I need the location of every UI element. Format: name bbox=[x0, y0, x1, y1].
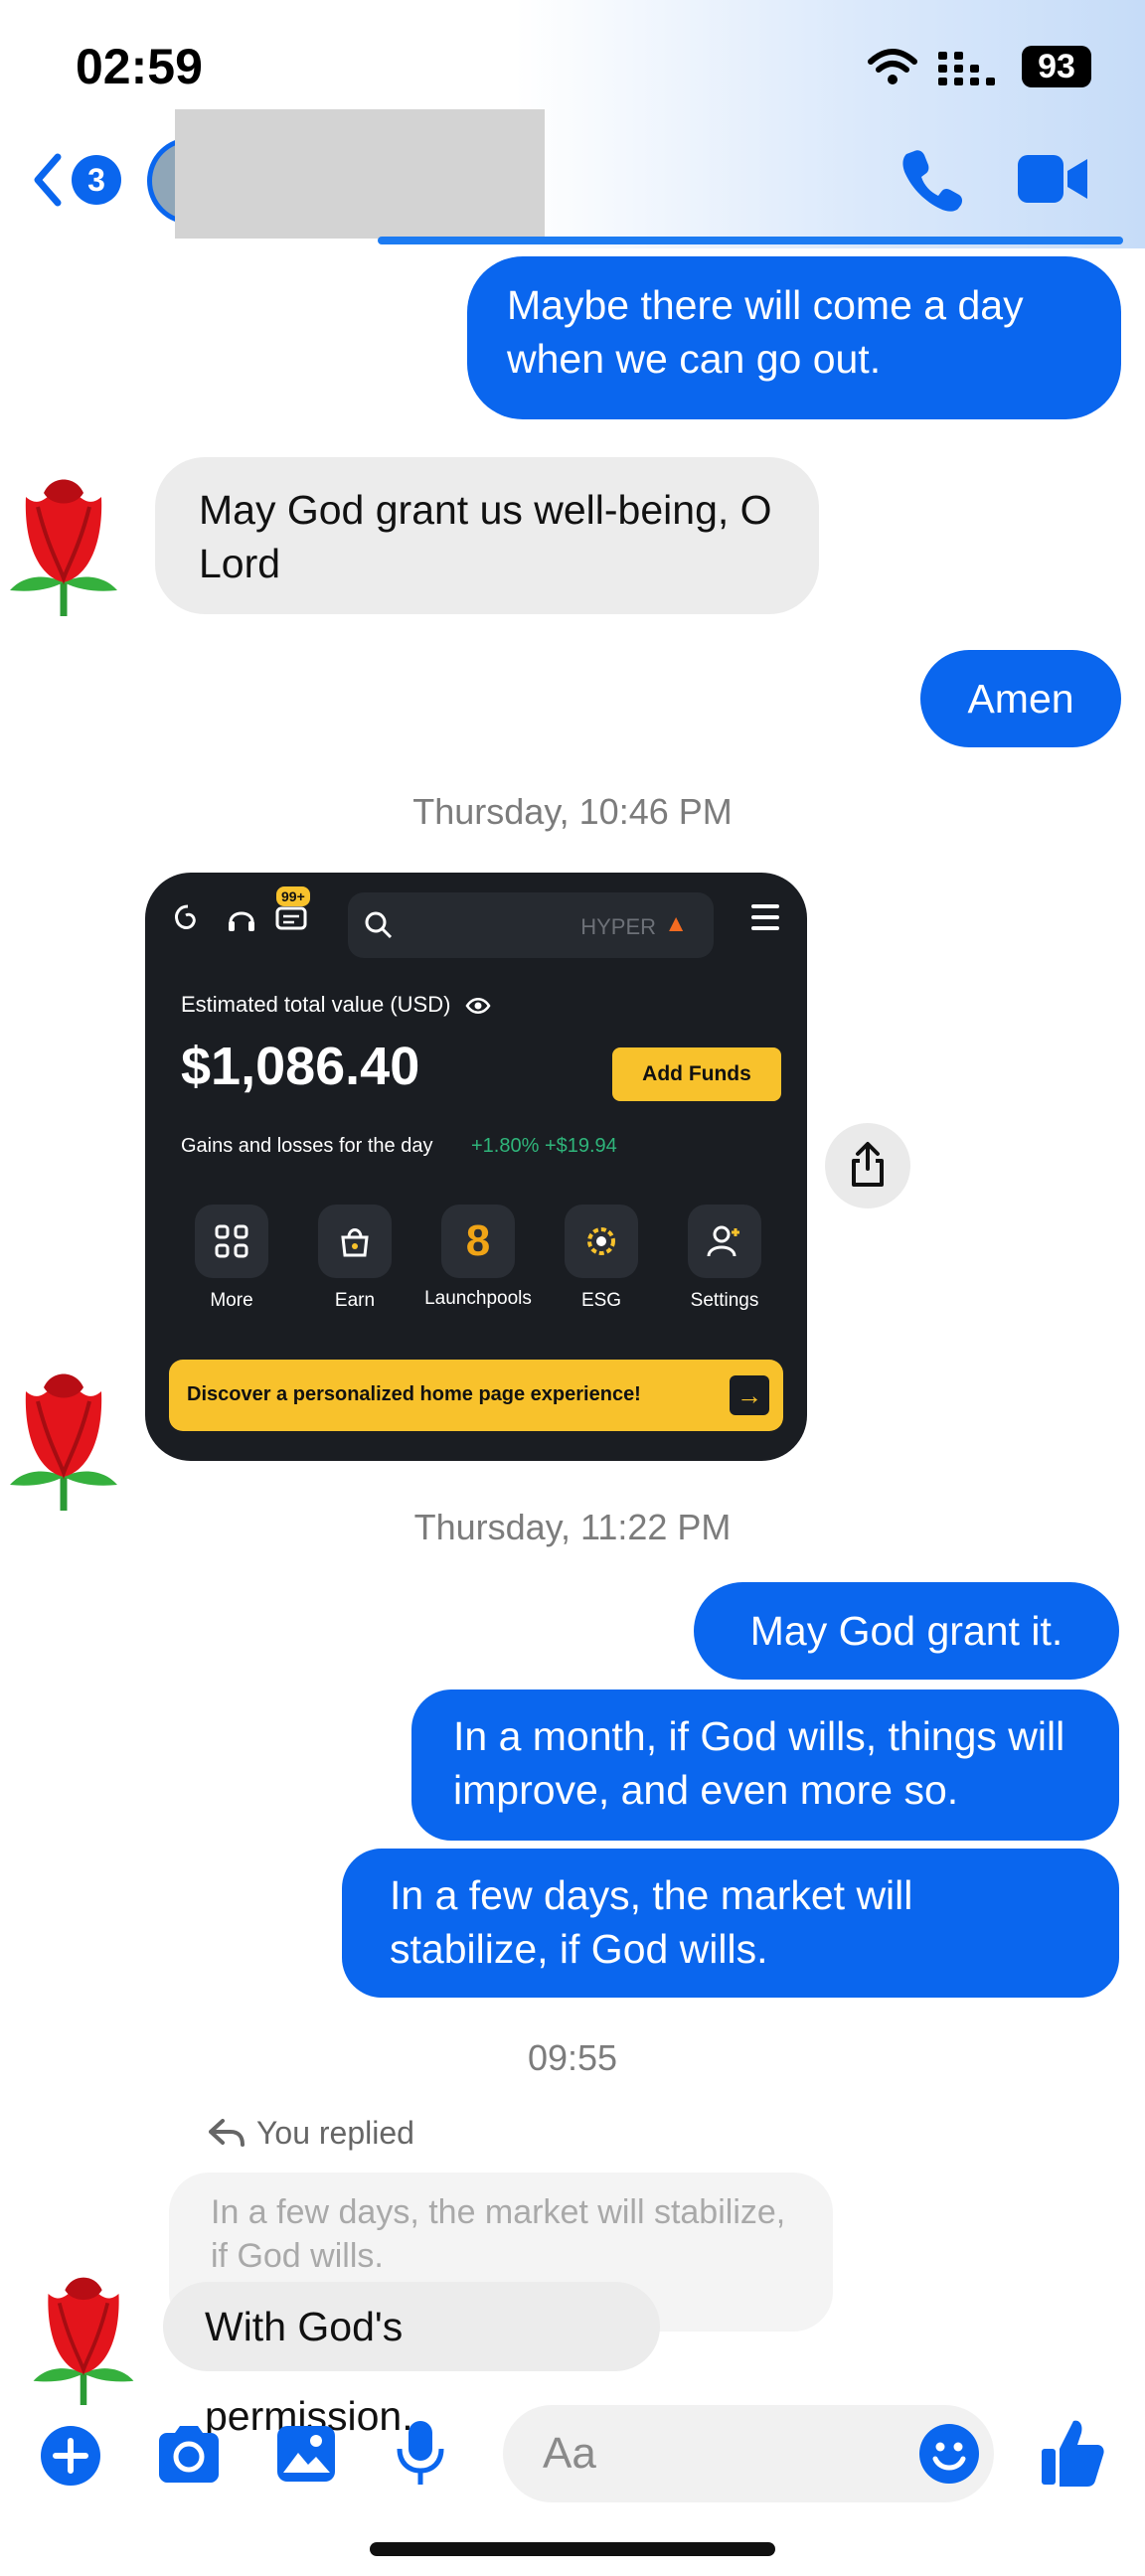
home-indicator bbox=[370, 2542, 775, 2556]
tile-label: ESG bbox=[580, 1290, 622, 1311]
gallery-button[interactable] bbox=[274, 2423, 338, 2485]
microphone-button[interactable] bbox=[394, 2419, 447, 2489]
timestamp: 09:55 bbox=[527, 2037, 618, 2078]
rose-avatar[interactable] bbox=[4, 1362, 123, 1511]
swirl-icon bbox=[175, 904, 196, 929]
status-time: 02:59 bbox=[76, 39, 203, 94]
previous-bubble-edge bbox=[378, 237, 1123, 244]
message-outgoing[interactable]: May God grant it. bbox=[694, 1582, 1119, 1680]
banner-text: Discover a personalized home page experi… bbox=[187, 1383, 641, 1405]
unread-badge: 3 bbox=[72, 155, 121, 205]
gains-label: Gains and losses for the day bbox=[181, 1135, 433, 1157]
shared-image[interactable]: 99+ HYPER ▲ Estimated total value (USD) … bbox=[145, 873, 807, 1461]
camera-button[interactable] bbox=[155, 2423, 223, 2485]
promo-banner: Discover a personalized home page experi… bbox=[169, 1360, 783, 1431]
message-outgoing[interactable]: In a month, if God wills, things will im… bbox=[411, 1690, 1119, 1841]
chevron-left-icon bbox=[34, 153, 62, 207]
bag-icon bbox=[318, 1205, 392, 1278]
contact-name-redacted bbox=[175, 109, 545, 239]
tile-label: More bbox=[210, 1290, 253, 1311]
estimated-value-label: Estimated total value (USD) bbox=[181, 992, 491, 1018]
eight-icon: 8 bbox=[441, 1205, 515, 1278]
arrow-right-icon: → bbox=[730, 1375, 769, 1415]
message-outgoing[interactable]: In a few days, the market will stabilize… bbox=[342, 1849, 1119, 1998]
tile-label: Earn bbox=[334, 1290, 376, 1311]
tile-label: Settings bbox=[690, 1290, 759, 1311]
eye-icon bbox=[465, 998, 491, 1015]
signal-icon bbox=[938, 52, 995, 85]
search-bar: HYPER ▲ bbox=[348, 892, 714, 958]
share-button[interactable] bbox=[825, 1123, 910, 1208]
rose-avatar[interactable] bbox=[4, 467, 123, 616]
battery-level: 93 bbox=[1022, 46, 1091, 87]
total-value: $1,086.40 bbox=[181, 1037, 420, 1096]
notification-badge: 99+ bbox=[276, 886, 310, 906]
headset-icon bbox=[229, 911, 254, 931]
tile-label: Launchpools bbox=[424, 1288, 532, 1309]
emoji-button[interactable] bbox=[918, 2423, 980, 2485]
back-button[interactable]: 3 bbox=[30, 149, 129, 213]
video-call-button[interactable] bbox=[1016, 151, 1089, 207]
wifi-icon bbox=[868, 49, 917, 84]
rose-avatar[interactable] bbox=[28, 2266, 139, 2405]
search-hint: HYPER bbox=[580, 914, 656, 939]
gear-icon bbox=[565, 1205, 638, 1278]
flame-icon: ▲ bbox=[664, 910, 688, 937]
message-outgoing[interactable]: Amen bbox=[920, 650, 1121, 747]
message-incoming[interactable]: With God's permission. bbox=[163, 2282, 660, 2439]
add-button[interactable] bbox=[40, 2425, 101, 2487]
phone-call-button[interactable] bbox=[900, 147, 964, 213]
share-icon bbox=[852, 1142, 884, 1187]
message-input[interactable] bbox=[543, 2427, 881, 2481]
timestamp: Thursday, 11:22 PM bbox=[413, 1507, 732, 1547]
grid-icon bbox=[195, 1205, 268, 1278]
user-add-icon bbox=[688, 1205, 761, 1278]
gains-value: +1.80% +$19.94 bbox=[471, 1135, 617, 1157]
search-icon bbox=[365, 911, 393, 939]
message-composer[interactable] bbox=[503, 2405, 994, 2502]
like-button[interactable] bbox=[1040, 2417, 1105, 2489]
replied-label: You replied bbox=[256, 2115, 414, 2151]
chat-icon bbox=[275, 906, 307, 930]
add-funds-button: Add Funds bbox=[612, 1047, 781, 1101]
menu-icon bbox=[751, 904, 779, 937]
timestamp: Thursday, 10:46 PM bbox=[412, 791, 733, 832]
reply-icon bbox=[209, 2119, 245, 2147]
message-outgoing[interactable]: Maybe there will come a day when we can … bbox=[467, 256, 1121, 419]
message-incoming[interactable]: May God grant us well-being, O Lord bbox=[155, 457, 819, 614]
